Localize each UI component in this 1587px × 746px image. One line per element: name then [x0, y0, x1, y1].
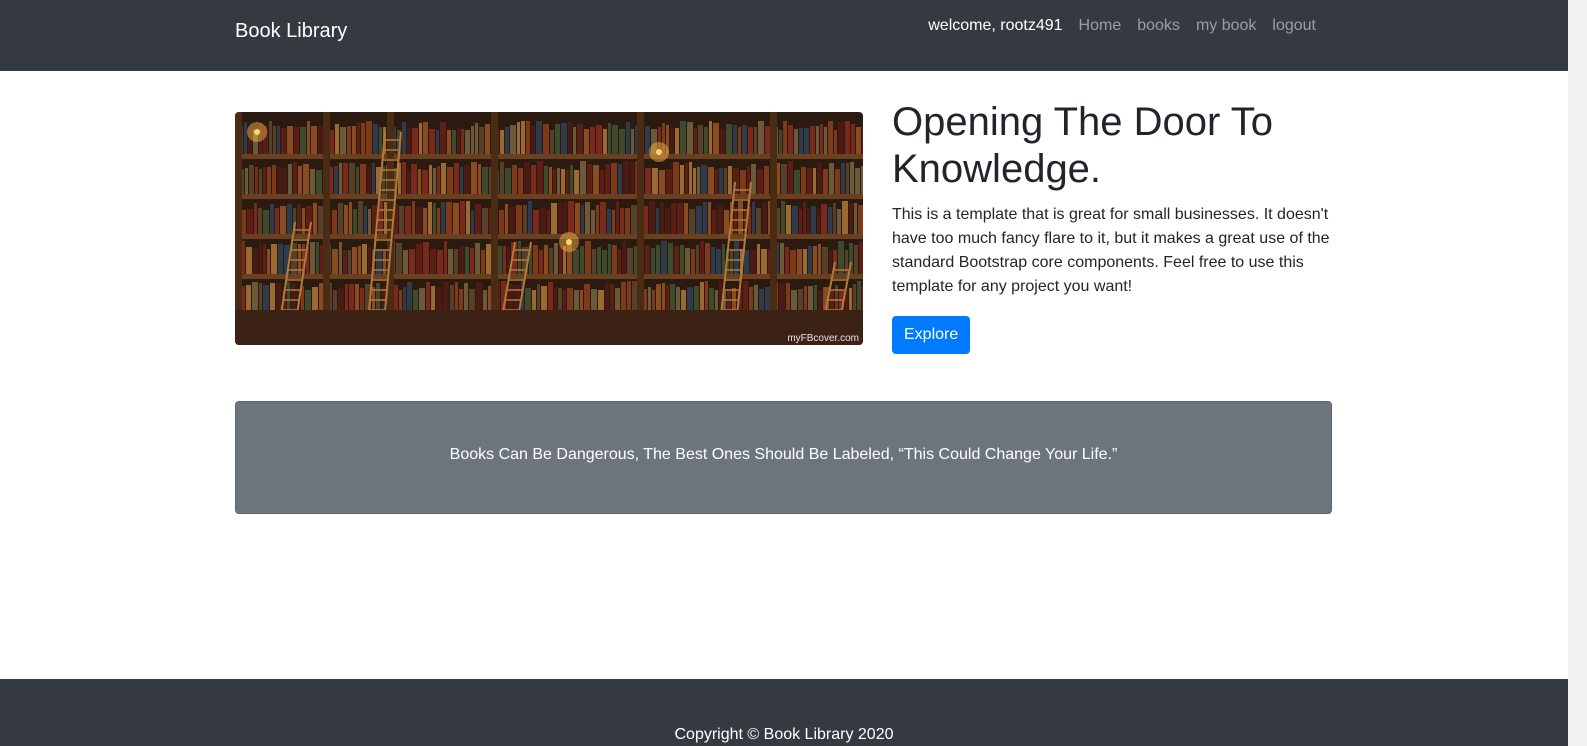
nav-menu: welcome, rootz491 Home books my book log… [920, 16, 1324, 36]
quote-text: Books Can Be Dangerous, The Best Ones Sh… [449, 446, 1118, 463]
navbar: Book Library welcome, rootz491 Home book… [0, 0, 1568, 71]
nav-link-home[interactable]: Home [1071, 16, 1130, 36]
brand-link[interactable]: Book Library [235, 20, 347, 43]
explore-button[interactable]: Explore [892, 316, 971, 354]
footer: Copyright © Book Library 2020 [0, 679, 1568, 746]
footer-copyright: Copyright © Book Library 2020 [674, 726, 894, 743]
welcome-text: welcome, rootz491 [928, 17, 1063, 34]
hero-description: This is a template that is great for sma… [892, 206, 1330, 295]
quote-card: Books Can Be Dangerous, The Best Ones Sh… [235, 401, 1332, 514]
nav-link-books[interactable]: books [1129, 16, 1188, 36]
image-watermark: myFBcover.com [787, 333, 859, 344]
hero-image: myFBcover.com [235, 112, 863, 345]
page-scrollbar[interactable] [1568, 0, 1587, 746]
hero-title: Opening The Door To Knowledge. [892, 100, 1273, 191]
nav-link-my-book[interactable]: my book [1188, 16, 1264, 36]
nav-link-logout[interactable]: logout [1264, 16, 1324, 36]
